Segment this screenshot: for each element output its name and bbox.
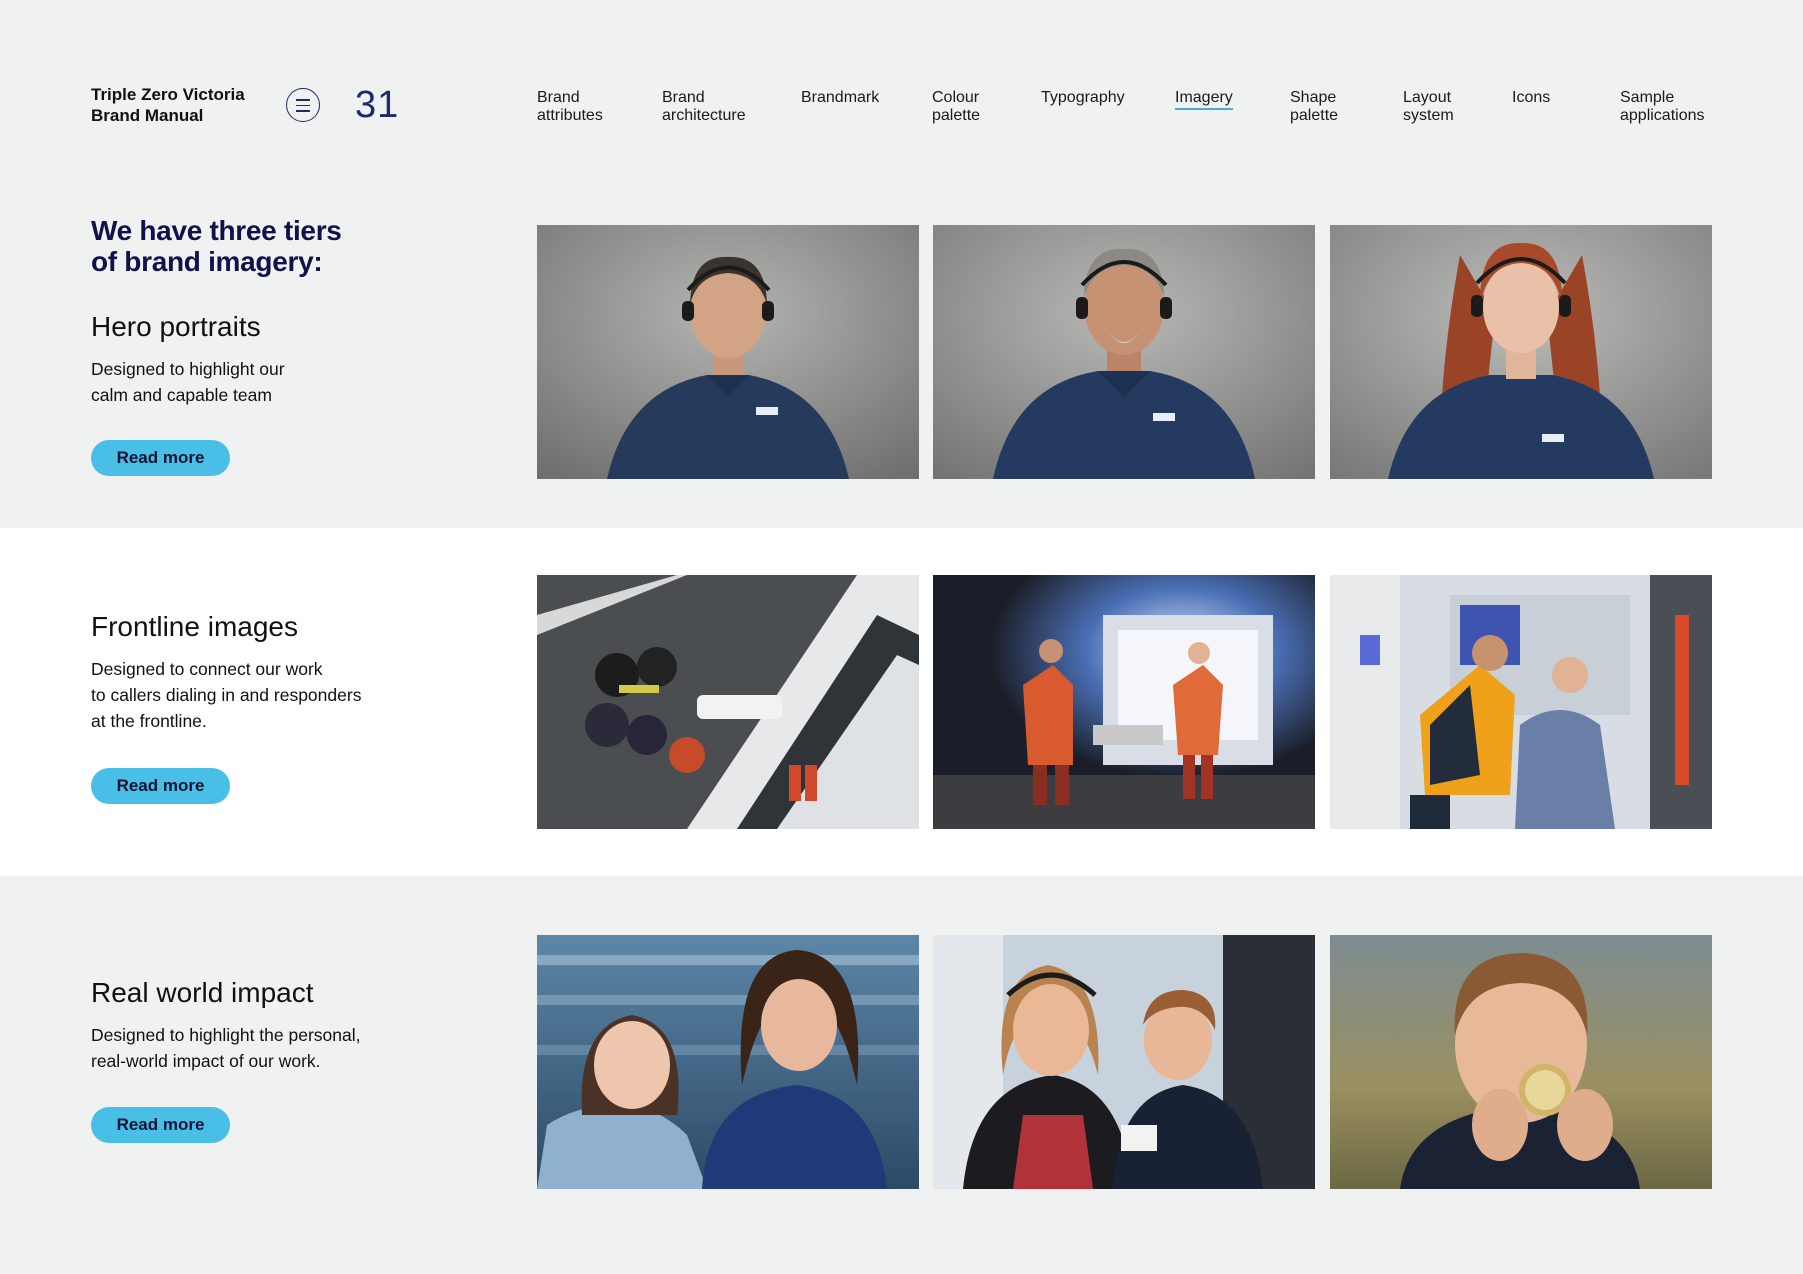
hero-portrait-photo-2 xyxy=(933,225,1315,479)
real-world-impact-title: Real world impact xyxy=(91,977,314,1008)
nav-imagery[interactable]: Imagery xyxy=(1175,89,1233,110)
hamburger-menu-icon[interactable] xyxy=(286,88,320,122)
frontline-photo-2 xyxy=(933,575,1315,829)
nav-icons[interactable]: Icons xyxy=(1512,89,1550,107)
hero-portrait-photo-3 xyxy=(1330,225,1712,479)
nav-brand-architecture[interactable]: Brand architecture xyxy=(662,89,746,125)
nav-shape-palette[interactable]: Shape palette xyxy=(1290,89,1338,125)
nav-brandmark[interactable]: Brandmark xyxy=(801,89,879,107)
nav-colour-palette[interactable]: Colour palette xyxy=(932,89,980,125)
frontline-images-description: Designed to connect our work to callers … xyxy=(91,659,362,731)
nav-brand-attributes[interactable]: Brand attributes xyxy=(537,89,603,125)
impact-photo-1 xyxy=(537,935,919,1189)
hero-portraits-title: Hero portraits xyxy=(91,311,261,342)
imagery-tiers-title: We have three tiers of brand imagery: xyxy=(91,215,342,277)
brand-title: Triple Zero Victoria Brand Manual xyxy=(91,84,245,126)
brand-title-line1: Triple Zero Victoria xyxy=(91,85,245,104)
nav-layout-system[interactable]: Layout system xyxy=(1403,89,1454,125)
impact-photo-2 xyxy=(933,935,1315,1189)
nav-typography[interactable]: Typography xyxy=(1041,89,1125,107)
frontline-photo-1 xyxy=(537,575,919,829)
frontline-photo-3 xyxy=(1330,575,1712,829)
hero-portrait-photo-1 xyxy=(537,225,919,479)
frontline-read-more-button[interactable]: Read more xyxy=(91,768,230,804)
brand-title-line2: Brand Manual xyxy=(91,106,204,125)
impact-read-more-button[interactable]: Read more xyxy=(91,1107,230,1143)
hero-portraits-description: Designed to highlight our calm and capab… xyxy=(91,359,285,405)
impact-photo-3 xyxy=(1330,935,1712,1189)
page-number: 31 xyxy=(355,84,400,126)
hero-read-more-button[interactable]: Read more xyxy=(91,440,230,476)
real-world-impact-description: Designed to highlight the personal, real… xyxy=(91,1025,361,1071)
nav-sample-applications[interactable]: Sample applications xyxy=(1620,89,1705,125)
frontline-images-title: Frontline images xyxy=(91,611,298,642)
